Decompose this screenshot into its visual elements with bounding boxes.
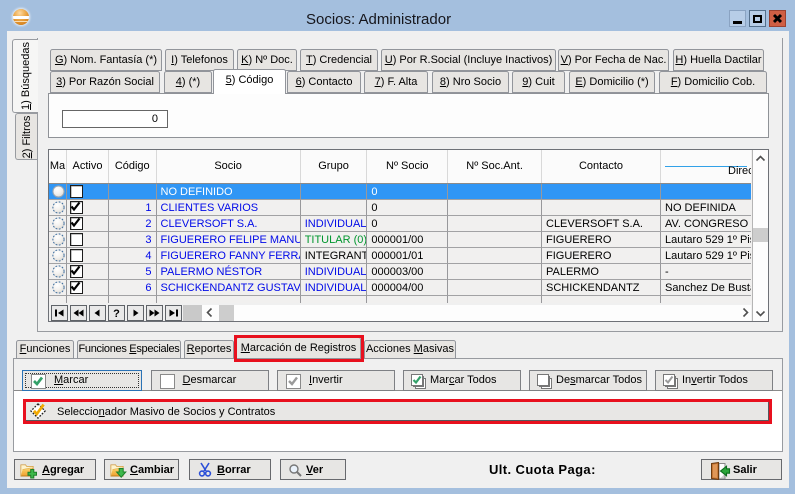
svg-text:?: ? — [113, 308, 120, 320]
